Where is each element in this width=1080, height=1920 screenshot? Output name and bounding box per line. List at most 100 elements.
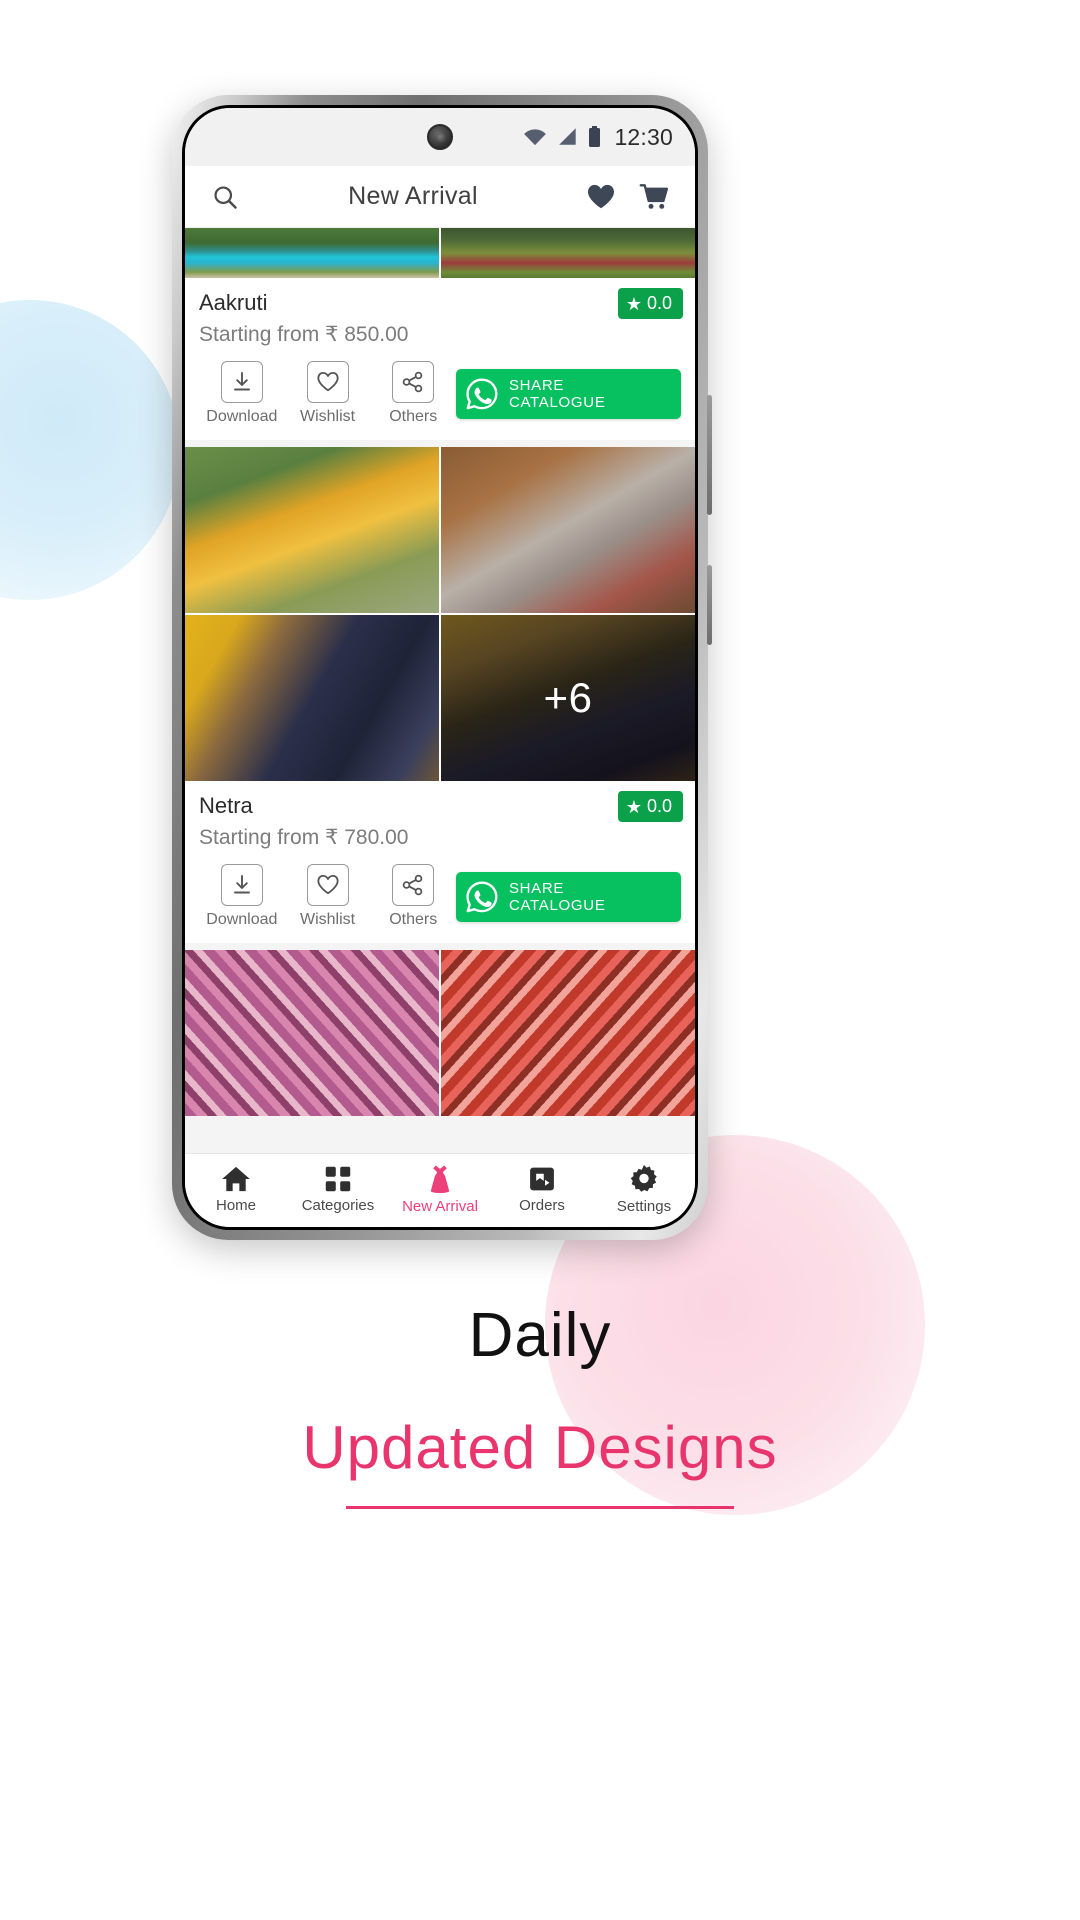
download-icon [233,372,250,391]
caption-line-1: Daily [468,1301,612,1370]
rating-value: 0.0 [646,796,672,816]
phone-mockup: 12:30 New Arrival Aakruti Starting from … [172,95,712,1240]
app-bar-actions [579,175,677,219]
product-card[interactable]: Aakruti Starting from ₹ 850.00 ★ 0.0 Dow… [185,228,695,440]
wifi-icon [524,129,547,146]
whatsapp-icon [466,880,498,912]
signal-icon [559,128,577,145]
phone-bezel: 12:30 New Arrival Aakruti Starting from … [182,105,698,1230]
phone-screen: 12:30 New Arrival Aakruti Starting from … [185,108,695,1227]
cart-button[interactable] [633,175,677,219]
product-image[interactable] [185,447,439,613]
wishlist-icon-box [306,361,349,403]
box-icon [530,1167,554,1191]
nav-item-settings[interactable]: Settings [598,1164,690,1215]
heart-outline-icon [316,372,339,392]
download-label: Download [206,911,278,928]
nav-label-home: Home [215,1197,256,1214]
status-bar: 12:30 [185,108,695,166]
download-action[interactable]: Download [199,361,285,426]
others-action[interactable]: Others [370,361,456,426]
download-icon-box [220,864,263,906]
whatsapp-icon [466,377,498,409]
heart-icon [588,184,614,208]
rating-value: 0.0 [646,293,672,313]
others-icon-box [392,864,435,906]
share-catalogue-button[interactable]: SHARE CATALOGUE [456,871,681,922]
others-label: Others [389,408,438,425]
wishlist-icon-box [306,864,349,906]
rating-badge: ★ 0.0 [617,288,683,319]
product-meta: Aakruti Starting from ₹ 850.00 ★ 0.0 [185,278,695,351]
star-icon: ★ [625,293,642,314]
share-nodes-icon [402,371,423,393]
nav-item-orders[interactable]: Orders [496,1165,588,1214]
grid-icon [325,1166,351,1192]
product-image-more[interactable]: +6 [441,615,695,781]
front-camera-punch-hole [427,124,453,150]
product-image[interactable] [441,228,695,278]
product-meta: Netra Starting from ₹ 780.00 ★ 0.0 [185,781,695,854]
product-name: Netra [199,793,253,818]
product-price: Starting from ₹ 780.00 [199,826,409,849]
product-card-partial[interactable] [185,950,695,1116]
phone-power-button [707,565,712,645]
others-icon-box [392,361,435,403]
product-image[interactable] [441,950,695,1116]
status-bar-time: 12:30 [614,123,673,150]
wishlist-action[interactable]: Wishlist [285,361,371,426]
nav-label-new-arrival: New Arrival [402,1198,478,1215]
product-image[interactable] [441,447,695,613]
nav-label-orders: Orders [519,1197,565,1214]
product-image[interactable] [185,228,439,278]
product-image[interactable] [185,615,439,781]
heart-outline-icon [316,875,339,895]
product-card[interactable]: +6 Netra Starting from ₹ 780.00 ★ 0.0 Do… [185,447,695,943]
nav-item-home[interactable]: Home [190,1165,282,1214]
share-catalogue-label: SHARE CATALOGUE [508,376,606,411]
share-catalogue-button[interactable]: SHARE CATALOGUE [456,368,681,419]
gear-icon [630,1164,657,1192]
product-image-grid[interactable] [185,228,695,278]
product-price: Starting from ₹ 850.00 [199,323,409,346]
product-feed[interactable]: Aakruti Starting from ₹ 850.00 ★ 0.0 Dow… [185,228,695,1153]
decorative-blue-blob [0,300,180,600]
wishlist-button[interactable] [579,175,623,219]
product-actions: Download Wishlist Others SHARE CATALOGUE [185,351,695,440]
download-label: Download [206,408,278,425]
product-actions: Download Wishlist Others SHARE CATALOGUE [185,854,695,943]
caption-underline [346,1506,734,1509]
search-icon [214,185,237,209]
others-action[interactable]: Others [370,864,456,929]
nav-label-categories: Categories [301,1197,375,1214]
product-image-grid[interactable]: +6 [185,447,695,781]
phone-volume-button [707,395,712,515]
bottom-navigation: Home Categories New Arrival Orders Setti… [185,1153,695,1227]
home-icon [222,1166,250,1192]
wishlist-action[interactable]: Wishlist [285,864,371,929]
download-icon-box [220,361,263,403]
share-catalogue-label: SHARE CATALOGUE [508,879,606,914]
search-button[interactable] [203,175,247,219]
promo-screenshot: 12:30 New Arrival Aakruti Starting from … [0,0,1080,1920]
download-action[interactable]: Download [199,864,285,929]
battery-icon [589,126,601,147]
star-icon: ★ [625,796,642,817]
download-icon [233,875,250,894]
cart-icon [639,183,669,209]
nav-item-categories[interactable]: Categories [292,1165,384,1214]
product-image[interactable] [185,950,439,1116]
nav-label-settings: Settings [616,1198,672,1215]
wishlist-label: Wishlist [299,911,356,928]
status-bar-icons: 12:30 [522,124,673,151]
nav-item-new-arrival[interactable]: New Arrival [394,1164,486,1215]
dress-icon [430,1165,450,1194]
page-title: New Arrival [348,182,478,210]
promo-caption: Daily Updated Designs [0,1300,1080,1509]
product-name: Aakruti [199,290,268,315]
rating-badge: ★ 0.0 [617,791,683,822]
others-label: Others [389,911,438,928]
product-image-grid[interactable] [185,950,695,1116]
caption-line-2: Updated Designs [302,1414,778,1481]
share-nodes-icon [402,874,423,896]
